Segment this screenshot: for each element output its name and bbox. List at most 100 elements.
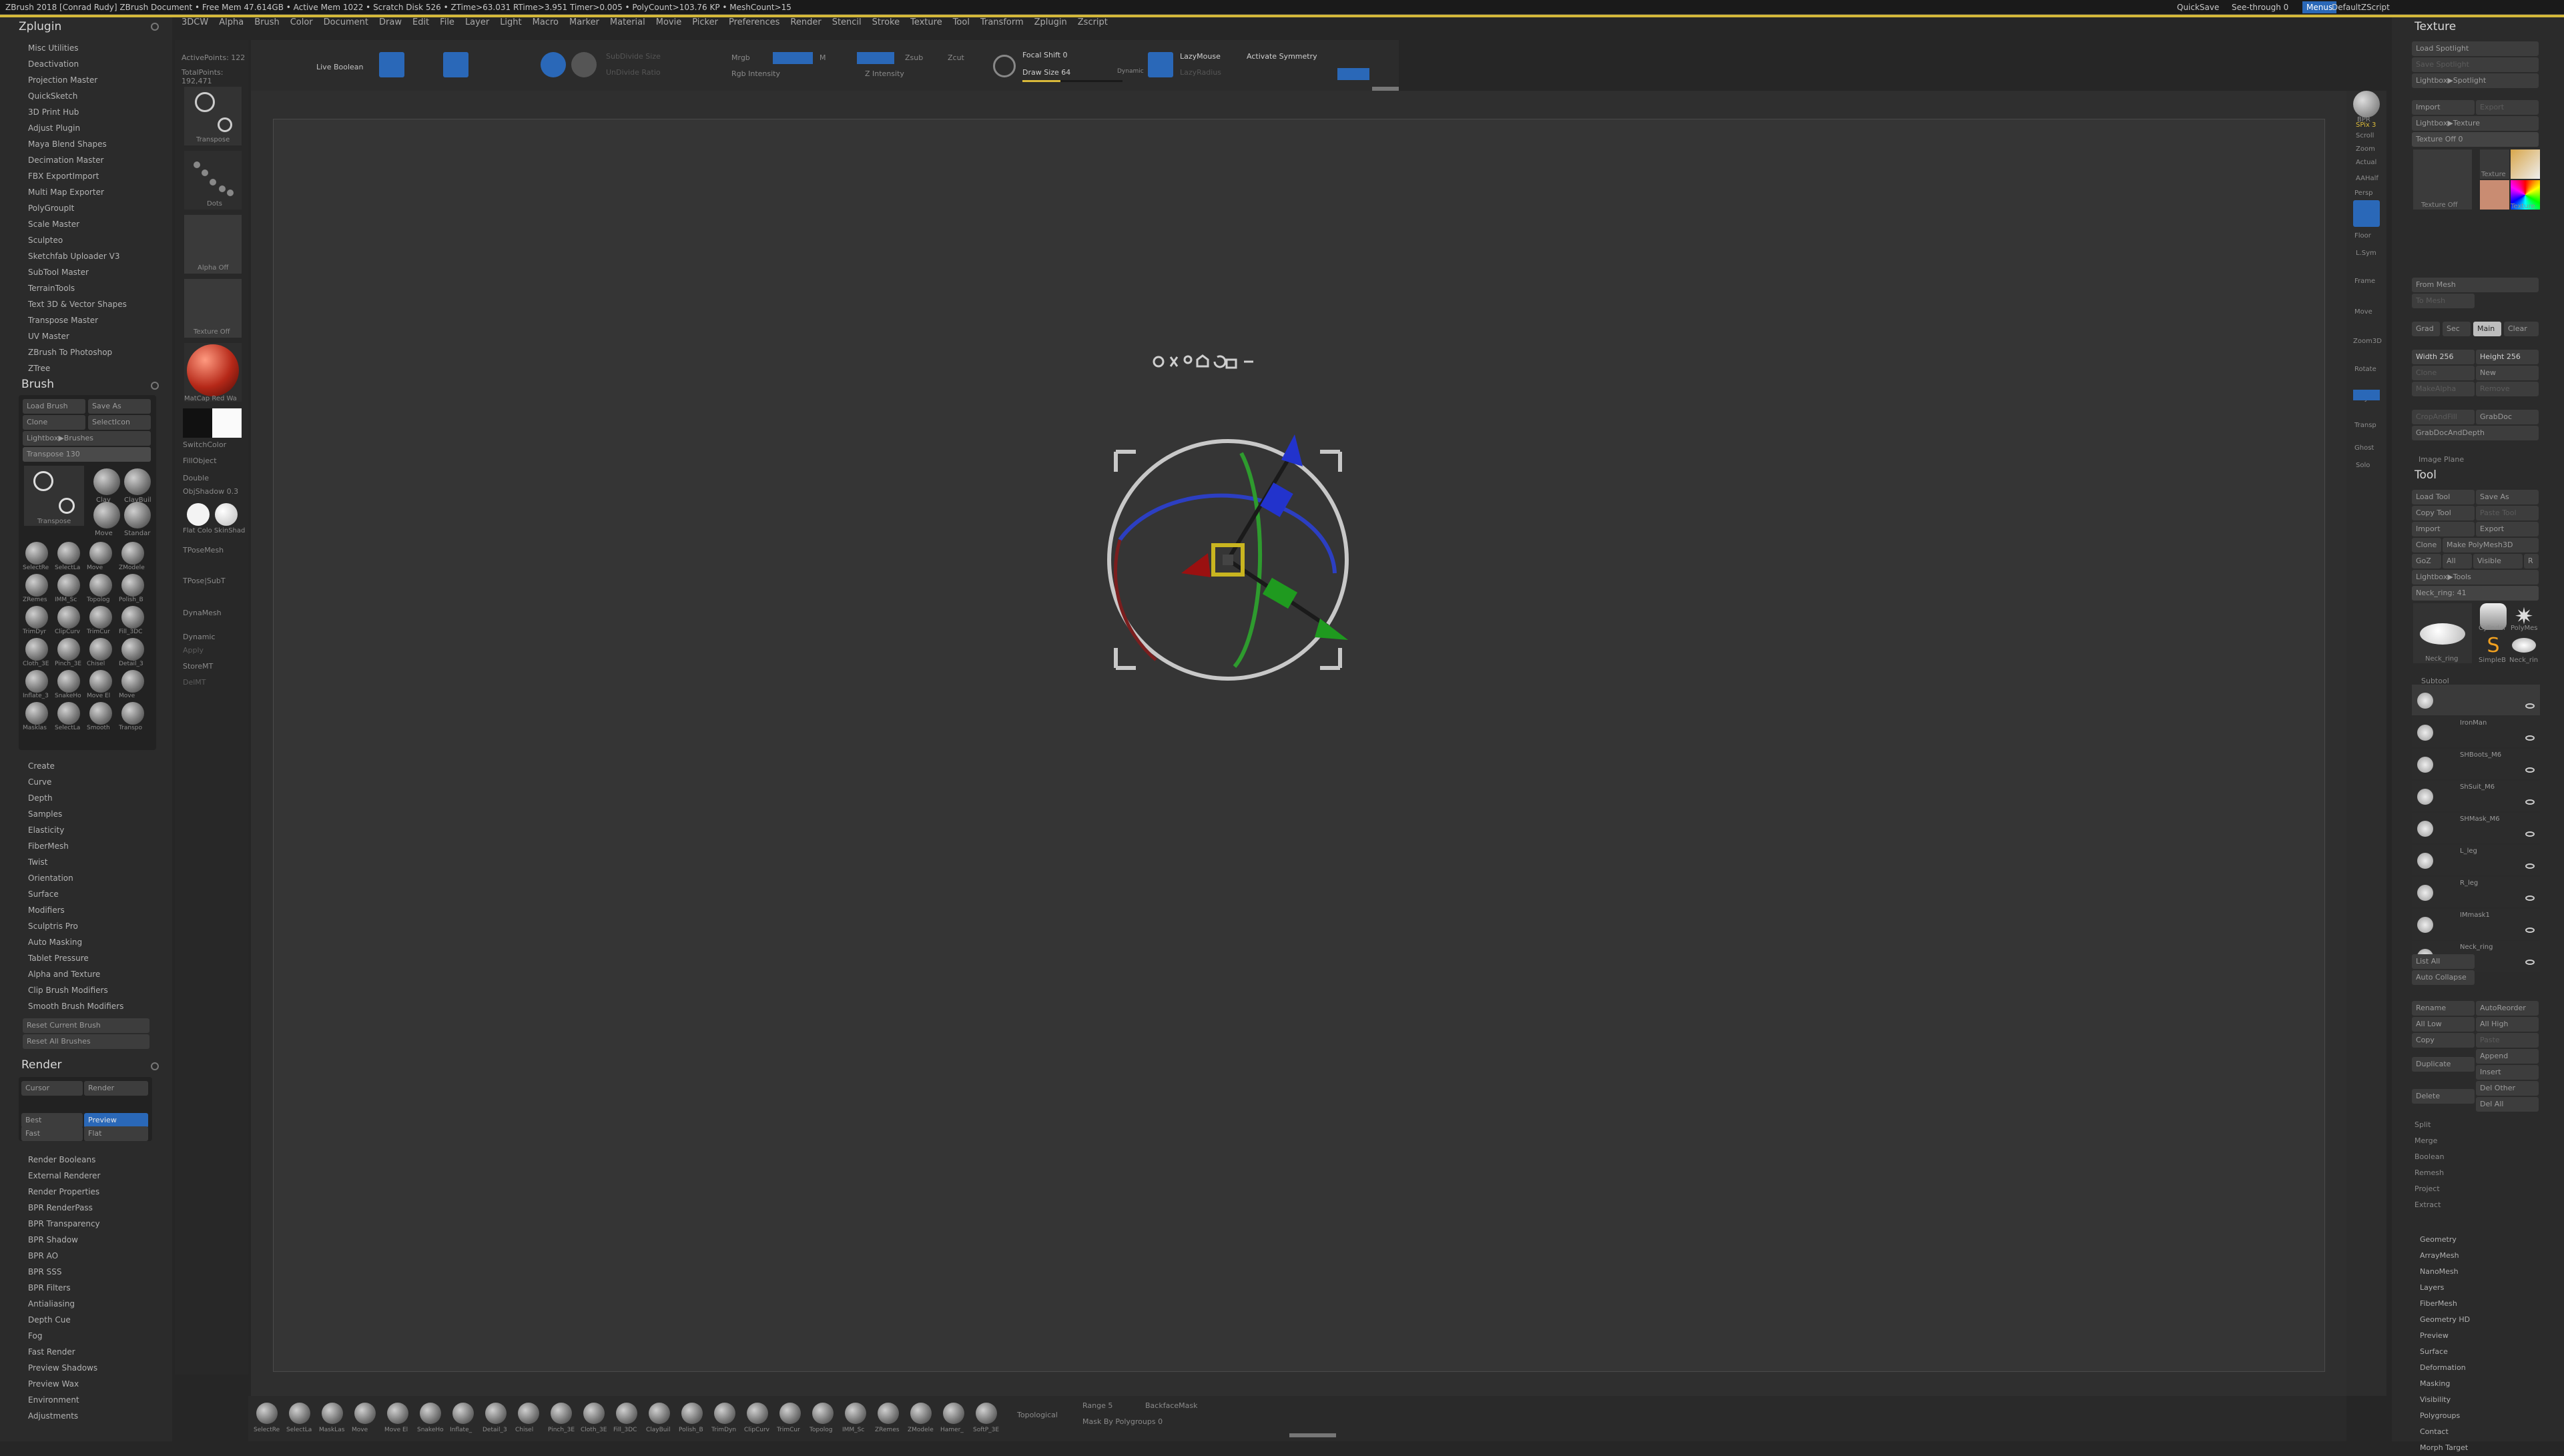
all-high-button[interactable]: All High xyxy=(2476,1017,2539,1032)
zcut-button[interactable]: Zcut xyxy=(948,53,964,62)
zplugin-item[interactable]: Deactivation xyxy=(0,56,172,72)
merge-item[interactable]: Merge xyxy=(2415,1133,2541,1149)
bottom-brush-icon[interactable] xyxy=(714,1403,735,1424)
brush-clay-icon[interactable] xyxy=(93,468,120,495)
texture-off-thumb[interactable]: Texture Off xyxy=(2413,149,2472,210)
zplugin-item[interactable]: Transpose Master xyxy=(0,312,172,328)
lazyradius-slider[interactable]: LazyRadius xyxy=(1180,68,1221,77)
dynamic-button[interactable]: Dynamic xyxy=(183,633,216,641)
rename-button[interactable]: Rename xyxy=(2412,1001,2475,1016)
brush-thumb-icon[interactable] xyxy=(121,574,144,597)
move-view-button[interactable]: Move xyxy=(2354,308,2372,316)
apply-button[interactable]: Apply xyxy=(183,646,204,655)
brush-thumb-icon[interactable] xyxy=(57,606,80,629)
tpose-subt-button[interactable]: TPose|SubT xyxy=(183,577,226,585)
brush-thumb-icon[interactable] xyxy=(57,702,80,725)
render-item[interactable]: BPR AO xyxy=(0,1248,172,1264)
remesh-item[interactable]: Remesh xyxy=(2415,1165,2541,1181)
arraymesh-item[interactable]: ArrayMesh xyxy=(2420,1248,2547,1264)
brush-thumb-icon[interactable] xyxy=(25,606,48,629)
bottom-brush-icon[interactable] xyxy=(812,1403,834,1424)
bottom-brush-icon[interactable] xyxy=(256,1403,278,1424)
save-spotlight-button[interactable]: Save Spotlight xyxy=(2412,57,2539,72)
surface-item[interactable]: Surface xyxy=(2420,1344,2547,1360)
panel-close-icon[interactable] xyxy=(151,23,159,31)
split-item[interactable]: Split xyxy=(2415,1117,2541,1133)
current-brush-thumbnail[interactable]: Transpose xyxy=(24,466,84,526)
visibility-item[interactable]: Visibility xyxy=(2420,1392,2547,1408)
focal-shift-slider[interactable]: Focal Shift 0 xyxy=(1022,51,1068,59)
bottom-brush-icon[interactable] xyxy=(779,1403,801,1424)
subtool-row[interactable]: IronMan xyxy=(2412,717,2540,747)
local-symmetry-right-button[interactable]: L.Sym xyxy=(2356,250,2376,257)
brush-smooth-modifiers-item[interactable]: Smooth Brush Modifiers xyxy=(0,998,172,1014)
brush-thumb-icon[interactable] xyxy=(121,670,144,693)
default-zscript-button[interactable]: DefaultZScript xyxy=(2332,3,2390,12)
selecticon-button[interactable]: SelectIcon xyxy=(88,415,151,430)
brush-thumb-icon[interactable] xyxy=(89,702,112,725)
del-all-button[interactable]: Del All xyxy=(2476,1097,2539,1112)
simplebrush-icon[interactable]: S xyxy=(2481,634,2505,658)
menu-marker[interactable]: Marker xyxy=(569,17,599,27)
subtool-visibility-eye-icon[interactable] xyxy=(2525,767,2535,773)
render-item[interactable]: Environment xyxy=(0,1392,172,1408)
main-button[interactable]: Main xyxy=(2473,322,2501,336)
subtool-paste-button[interactable]: Paste xyxy=(2476,1033,2539,1048)
brush-modifiers-item[interactable]: Modifiers xyxy=(0,902,172,918)
render-item[interactable]: Preview Shadows xyxy=(0,1360,172,1376)
menu-movie[interactable]: Movie xyxy=(656,17,681,27)
render-item[interactable]: Render Properties xyxy=(0,1184,172,1200)
move-mode-button[interactable] xyxy=(443,52,468,77)
live-boolean-button[interactable]: Live Boolean xyxy=(316,63,364,71)
brush-thumb-icon[interactable] xyxy=(121,542,144,565)
menu-brush[interactable]: Brush xyxy=(254,17,280,27)
brush-thumb-icon[interactable] xyxy=(25,638,48,661)
z-intensity-slider[interactable]: Z Intensity xyxy=(865,69,904,78)
nanomesh-item[interactable]: NanoMesh xyxy=(2420,1264,2547,1280)
crop-and-fill-button[interactable]: CropAndFill xyxy=(2412,410,2475,424)
render-item[interactable]: External Renderer xyxy=(0,1168,172,1184)
zsub-button[interactable]: Zsub xyxy=(905,53,923,62)
zplugin-item[interactable]: TerrainTools xyxy=(0,280,172,296)
brush-twist-item[interactable]: Twist xyxy=(0,854,172,870)
zplugin-item[interactable]: 3D Print Hub xyxy=(0,104,172,120)
bottom-brush-icon[interactable] xyxy=(910,1403,932,1424)
to-mesh-button[interactable]: To Mesh xyxy=(2412,294,2475,308)
texture-import-button[interactable]: Import xyxy=(2412,100,2475,115)
texture-new-button[interactable]: New xyxy=(2476,366,2539,380)
skinshade-icon[interactable] xyxy=(215,503,238,526)
activate-symmetry-button[interactable]: Activate Symmetry xyxy=(1247,52,1317,61)
bottom-brush-icon[interactable] xyxy=(616,1403,637,1424)
draw-size-slider[interactable]: Draw Size 64 xyxy=(1022,68,1070,77)
fill-object-button[interactable]: FillObject xyxy=(183,456,217,465)
menu-tool[interactable]: Tool xyxy=(953,17,970,27)
auto-collapse-button[interactable]: Auto Collapse xyxy=(2412,970,2475,985)
save-brush-button[interactable]: Save As xyxy=(88,399,151,414)
goz-visible-button[interactable]: Visible xyxy=(2473,554,2523,569)
rotate-view-button[interactable]: Rotate xyxy=(2354,366,2376,373)
persp-button[interactable] xyxy=(2353,200,2380,227)
menu-stroke[interactable]: Stroke xyxy=(872,17,900,27)
bottom-handle[interactable] xyxy=(1289,1433,1336,1437)
tool-export-button[interactable]: Export xyxy=(2476,522,2539,536)
lightbox-texture-button[interactable]: Lightbox▶Texture xyxy=(2412,116,2539,131)
mrgb-button[interactable]: Mrgb xyxy=(731,53,750,62)
menu-macro[interactable]: Macro xyxy=(533,17,559,27)
brush-thumb-icon[interactable] xyxy=(25,542,48,565)
brush-thumb-icon[interactable] xyxy=(89,574,112,597)
zplugin-item[interactable]: FBX ExportImport xyxy=(0,168,172,184)
main-color-swatch[interactable] xyxy=(212,408,242,438)
bottom-brush-icon[interactable] xyxy=(976,1403,997,1424)
save-tool-button[interactable]: Save As xyxy=(2476,490,2539,504)
geometry-item[interactable]: Geometry xyxy=(2420,1232,2547,1248)
zplugin-item[interactable]: PolyGroupIt xyxy=(0,200,172,216)
zplugin-item[interactable]: Maya Blend Shapes xyxy=(0,136,172,152)
morph-target-item[interactable]: Morph Target xyxy=(2420,1440,2547,1456)
bottom-brush-icon[interactable] xyxy=(420,1403,441,1424)
boolean-item[interactable]: Boolean xyxy=(2415,1149,2541,1165)
brush-claybuildup-icon[interactable] xyxy=(124,468,151,495)
current-tool-thumb[interactable]: Neck_ring xyxy=(2413,603,2472,663)
geometry-hd-item[interactable]: Geometry HD xyxy=(2420,1312,2547,1328)
dynamic-size-button[interactable]: Dynamic xyxy=(1117,68,1144,75)
menu-zscript[interactable]: Zscript xyxy=(1078,17,1108,27)
